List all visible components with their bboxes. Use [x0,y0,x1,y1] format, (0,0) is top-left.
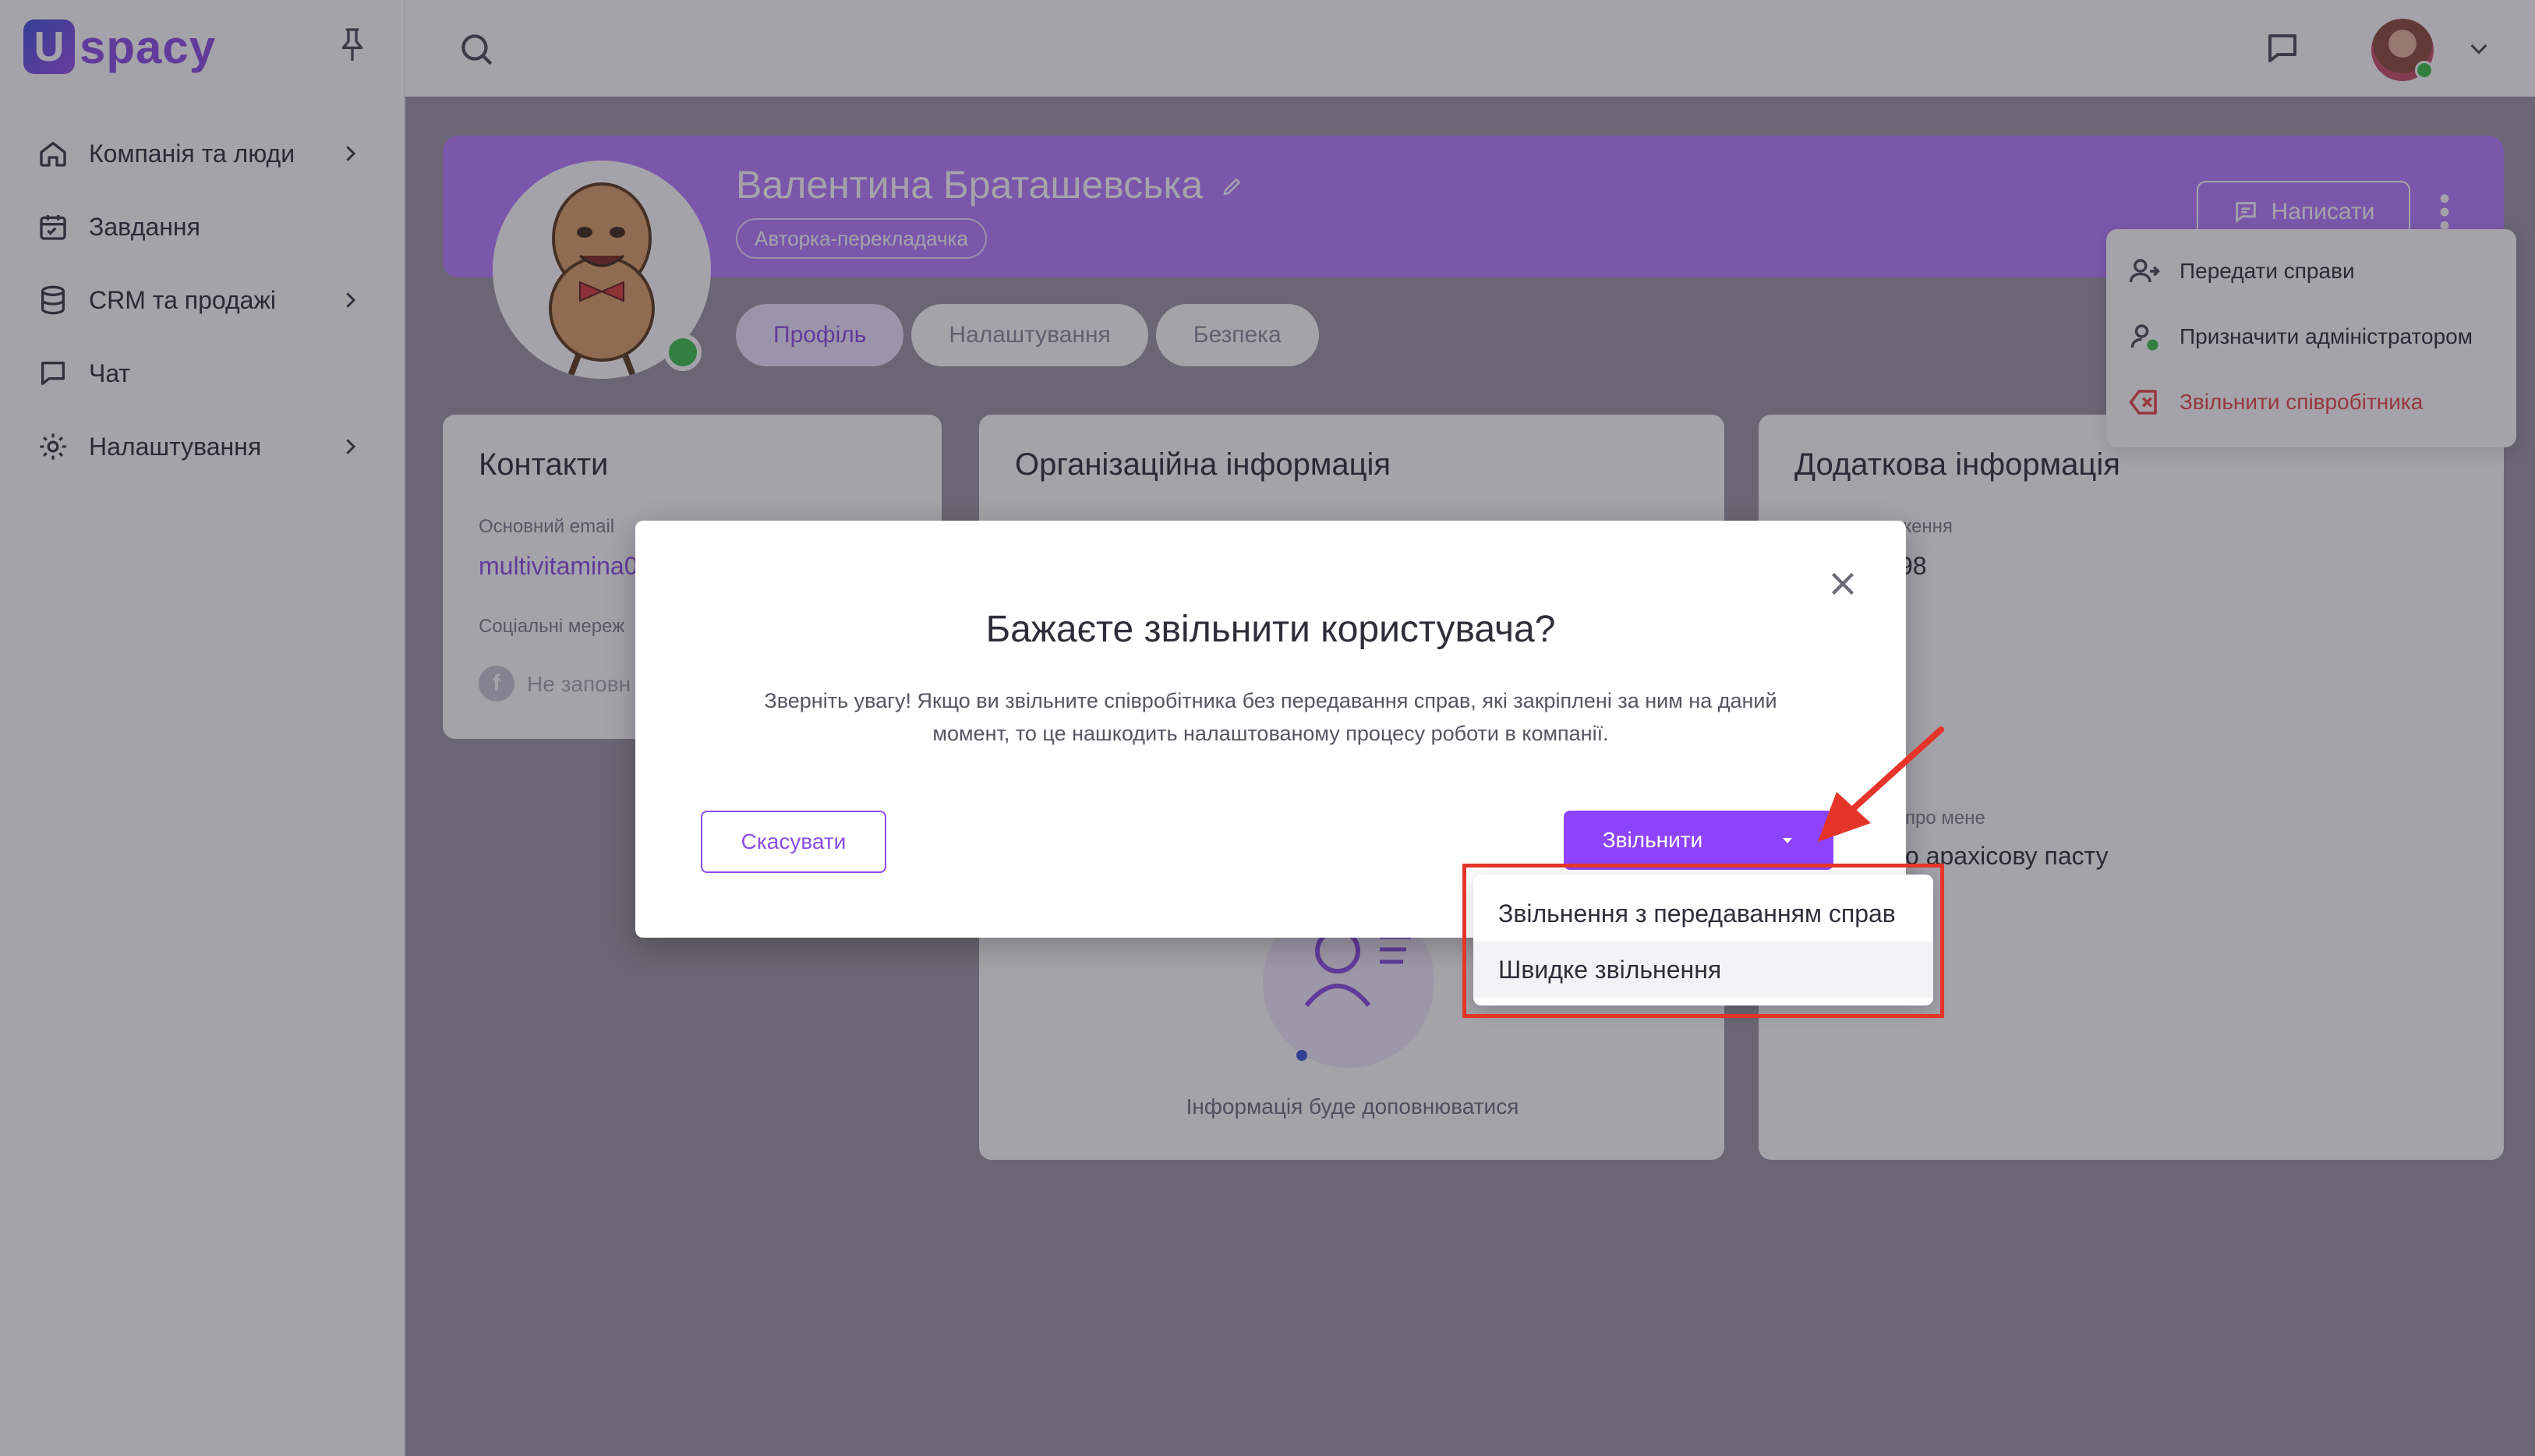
dialog-message: Зверніть увагу! Якщо ви звільните співро… [764,689,1777,745]
annotation-highlight-box [1462,864,1944,1018]
dialog-title: Бажаєте звільнити користувача? [985,609,1556,650]
annotation-arrow-icon [1818,726,1944,842]
close-icon[interactable] [1823,564,1862,603]
dismiss-button[interactable]: Звільнити [1564,811,1741,870]
cancel-button[interactable]: Скасувати [701,811,886,873]
